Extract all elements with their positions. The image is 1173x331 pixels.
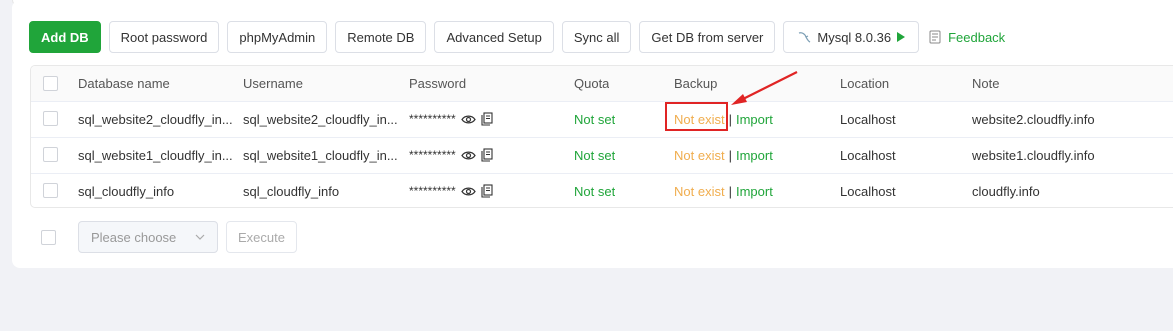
location: Localhost [840,111,896,127]
root-password-button[interactable]: Root password [108,21,220,53]
password-cell: ********** [409,148,569,162]
column-header-password: Password [409,76,467,91]
username: sql_cloudfly_info [243,183,340,199]
quota-link[interactable]: Not set [574,148,615,163]
database-name: sql_website1_cloudfly_in... [78,147,233,163]
quota-link[interactable]: Not set [574,112,615,127]
chevron-down-icon [195,234,205,240]
backup-separator: | [728,147,732,163]
annotation-arrow [731,71,798,105]
password-cell: ********** [409,184,569,198]
import-link[interactable]: Import [736,184,773,199]
copy-icon[interactable] [481,184,493,198]
username: sql_website1_cloudfly_in... [243,147,398,163]
table-row: sql_cloudfly_info sql_cloudfly_info ****… [31,173,1173,207]
execute-button[interactable]: Execute [226,221,297,253]
copy-icon[interactable] [481,148,493,162]
row-checkbox[interactable] [43,111,58,126]
import-link[interactable]: Import [736,112,773,127]
backup-separator: | [728,111,732,127]
mysql-dolphin-icon [799,32,811,43]
feedback-link[interactable]: Feedback [927,30,1005,45]
row-checkbox[interactable] [43,147,58,162]
password-mask: ********** [409,184,456,198]
batch-actions: Please choose Execute [41,221,297,253]
batch-action-placeholder: Please choose [91,229,177,245]
column-header-location: Location [840,76,890,91]
table-header: Database name Username Password Quota Ba… [31,66,1173,102]
get-db-from-server-button[interactable]: Get DB from server [639,21,776,53]
database-table: Database name Username Password Quota Ba… [30,65,1173,208]
mysql-version-label: Mysql 8.0.36 [817,29,892,45]
batch-action-select[interactable]: Please choose [78,221,218,253]
note[interactable]: cloudfly.info [972,184,1040,199]
column-header-database-name: Database name [78,76,170,91]
feedback-label: Feedback [948,29,1006,45]
feedback-icon [929,30,941,44]
password-cell: ********** [409,112,569,126]
database-name: sql_cloudfly_info [78,183,175,199]
toolbar: Add DB Root password phpMyAdmin Remote D… [29,21,1005,53]
phpmyadmin-button[interactable]: phpMyAdmin [227,21,328,53]
mysql-version-button[interactable]: Mysql 8.0.36 [783,21,920,53]
username: sql_website2_cloudfly_in... [243,111,398,127]
column-header-quota: Quota [574,76,610,91]
password-mask: ********** [409,148,456,162]
backup-cell: Not exist | Import [674,148,773,163]
eye-icon[interactable] [460,114,476,125]
column-header-note: Note [972,76,1000,91]
sync-all-button[interactable]: Sync all [561,21,632,53]
location: Localhost [840,183,896,199]
select-all-checkbox[interactable] [43,75,58,91]
import-link[interactable]: Import [736,148,773,163]
quota-link[interactable]: Not set [574,184,615,199]
backup-status-link[interactable]: Not exist [674,184,725,199]
note[interactable]: website2.cloudfly.info [972,112,1095,127]
batch-select-checkbox[interactable] [41,229,56,245]
backup-cell: Not exist | Import [674,184,773,199]
play-icon [897,32,906,42]
annotation-highlight-box [665,102,728,131]
eye-icon[interactable] [460,186,476,197]
table-row: sql_website2_cloudfly_in... sql_website2… [31,101,1173,138]
add-db-button[interactable]: Add DB [29,21,101,53]
remote-db-button[interactable]: Remote DB [335,21,427,53]
note[interactable]: website1.cloudfly.info [972,148,1095,163]
advanced-setup-button[interactable]: Advanced Setup [434,21,554,53]
table-row: sql_website1_cloudfly_in... sql_website1… [31,137,1173,174]
backup-separator: | [728,183,732,199]
row-checkbox[interactable] [43,183,58,198]
eye-icon[interactable] [460,150,476,161]
column-header-backup: Backup [674,76,718,91]
copy-icon[interactable] [481,112,493,126]
password-mask: ********** [409,112,456,126]
column-header-username: Username [243,76,303,91]
database-name: sql_website2_cloudfly_in... [78,111,233,127]
backup-status-link[interactable]: Not exist [674,148,725,163]
location: Localhost [840,147,896,163]
